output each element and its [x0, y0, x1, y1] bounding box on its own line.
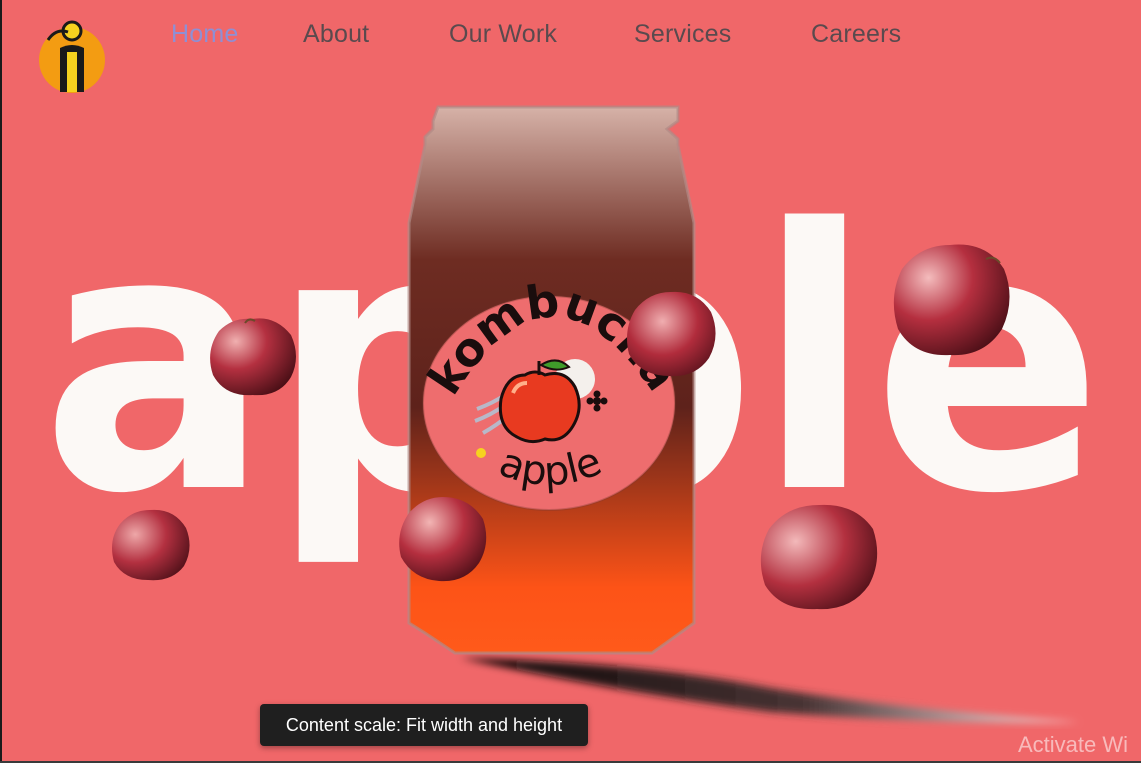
- apple-image: [210, 318, 296, 396]
- content-scale-toast: Content scale: Fit width and height: [260, 704, 588, 746]
- apple-image: [112, 509, 190, 581]
- toast-text: Content scale: Fit width and height: [285, 715, 563, 735]
- apple-image: [893, 244, 1010, 356]
- apple-image: [399, 497, 487, 582]
- apple-image: [627, 291, 716, 377]
- activate-windows-watermark: Activate Wi: [1018, 732, 1129, 757]
- apple-image: [760, 504, 878, 610]
